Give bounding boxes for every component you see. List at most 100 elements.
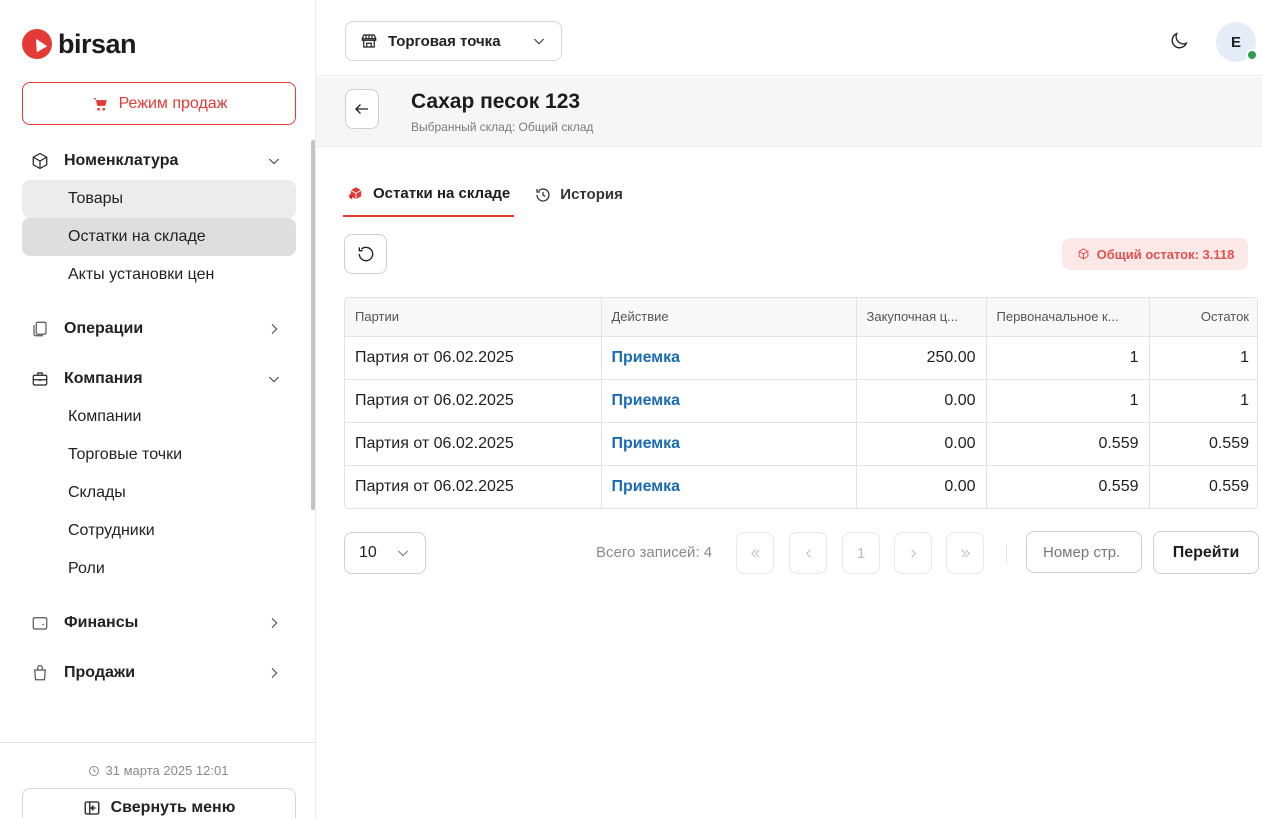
initial-qty-cell: 1 <box>986 379 1150 423</box>
avatar-initial: E <box>1230 33 1241 51</box>
remainder-cell: 1 <box>1149 336 1257 380</box>
store-select-label: Торговая точка <box>388 32 501 50</box>
sidebar-nav: Номенклатура Товары Остатки на складе Ак… <box>22 142 296 742</box>
sidebar-item-stock[interactable]: Остатки на складе <box>22 218 296 256</box>
sidebar-item-roles[interactable]: Роли <box>22 550 296 588</box>
page-size-select[interactable]: 10 <box>344 532 426 574</box>
table-row: Партия от 06.02.2025 Приемка 0.00 1 1 <box>345 379 1257 423</box>
column-header-remainder[interactable]: Остаток <box>1149 298 1257 337</box>
nav-group-nomenclature[interactable]: Номенклатура <box>22 142 296 180</box>
batch-cell: Партия от 06.02.2025 <box>345 465 602 508</box>
table-row: Партия от 06.02.2025 Приемка 250.00 1 1 <box>345 336 1257 380</box>
batch-cell: Партия от 06.02.2025 <box>345 336 602 380</box>
sidebar-item-employees[interactable]: Сотрудники <box>22 512 296 550</box>
nav-group-label: Операции <box>64 320 144 337</box>
nav-group-company[interactable]: Компания <box>22 360 296 398</box>
initial-qty-cell: 0.559 <box>986 422 1150 466</box>
sales-mode-label: Режим продаж <box>118 94 228 112</box>
table-row: Партия от 06.02.2025 Приемка 0.00 0.559 … <box>345 465 1257 508</box>
collapse-menu-label: Свернуть меню <box>110 799 236 816</box>
next-page-button[interactable] <box>894 532 932 574</box>
remainder-cell: 1 <box>1149 379 1257 423</box>
store-icon <box>361 34 377 48</box>
clock-icon <box>88 765 99 776</box>
refresh-icon <box>358 246 373 262</box>
prev-page-button[interactable] <box>789 532 827 574</box>
topbar: Торговая точка E <box>316 0 1262 76</box>
initial-qty-cell: 1 <box>986 336 1150 380</box>
refresh-button[interactable] <box>344 234 387 274</box>
total-stock-text: Общий остаток: 3.118 <box>1096 246 1235 262</box>
batch-cell: Партия от 06.02.2025 <box>345 422 602 466</box>
history-icon <box>536 187 550 202</box>
boxes-outline-icon <box>1078 247 1089 259</box>
back-button[interactable] <box>345 89 379 129</box>
brand-logo[interactable]: birsan <box>22 26 137 62</box>
column-header-purchase-price[interactable]: Закупочная ц... <box>856 298 987 337</box>
column-header-action[interactable]: Действие <box>601 298 857 337</box>
user-avatar[interactable]: E <box>1216 22 1258 62</box>
nav-group-finance[interactable]: Финансы <box>22 604 296 642</box>
first-page-button[interactable] <box>736 532 774 574</box>
datetime-text: 31 марта 2025 12:01 <box>105 763 229 778</box>
logo-mark-icon <box>22 29 52 59</box>
stock-table: Партии Действие Закупочная ц... Первонач… <box>344 297 1258 509</box>
chevron-down-icon <box>266 371 282 387</box>
sales-mode-button[interactable]: Режим продаж <box>22 82 296 125</box>
store-select[interactable]: Торговая точка <box>345 21 562 61</box>
wallet-icon <box>30 613 50 633</box>
nav-group-sales[interactable]: Продажи <box>22 654 296 692</box>
chevron-down-icon <box>533 38 545 45</box>
tab-history[interactable]: История <box>530 172 627 217</box>
page-size-value: 10 <box>359 544 377 561</box>
arrow-left-icon <box>355 104 368 114</box>
page-subtitle: Выбранный склад: Общий склад <box>411 120 594 134</box>
sidebar-item-products[interactable]: Товары <box>22 180 296 218</box>
column-header-batches[interactable]: Партии <box>345 298 602 337</box>
column-header-initial-qty[interactable]: Первоначальное к... <box>986 298 1150 337</box>
tab-stock[interactable]: Остатки на складе <box>343 172 515 217</box>
go-to-page-button[interactable]: Перейти <box>1153 531 1259 574</box>
briefcase-icon <box>30 369 50 389</box>
price-cell: 0.00 <box>856 422 987 466</box>
chevron-down-icon <box>397 550 409 557</box>
chevrons-left-icon <box>750 548 760 558</box>
price-cell: 250.00 <box>856 336 987 380</box>
sidebar-item-stores[interactable]: Торговые точки <box>22 436 296 474</box>
page-number-input[interactable] <box>1026 531 1142 573</box>
sidebar-item-companies[interactable]: Компании <box>22 398 296 436</box>
moon-icon[interactable] <box>1168 30 1190 52</box>
box-icon <box>30 151 50 171</box>
action-link[interactable]: Приемка <box>612 392 681 409</box>
chevron-right-icon <box>266 665 282 681</box>
batch-cell: Партия от 06.02.2025 <box>345 379 602 423</box>
action-link[interactable]: Приемка <box>612 435 681 452</box>
sidebar-scrollbar[interactable] <box>311 140 315 510</box>
page-header: Сахар песок 123 Выбранный склад: Общий с… <box>316 77 1262 147</box>
sidebar-item-warehouses[interactable]: Склады <box>22 474 296 512</box>
tabs: Остатки на складе История <box>343 172 627 217</box>
nav-group-label: Компания <box>64 370 143 387</box>
initial-qty-cell: 0.559 <box>986 465 1150 508</box>
page-number-button[interactable]: 1 <box>842 532 880 574</box>
tab-label: Остатки на складе <box>373 185 511 202</box>
cart-icon <box>92 97 107 111</box>
collapse-menu-button[interactable]: Свернуть меню <box>22 788 296 818</box>
nav-group-operations[interactable]: Операции <box>22 310 296 348</box>
sidebar: birsan Режим продаж Номенклатура Товары … <box>0 0 316 818</box>
action-link[interactable]: Приемка <box>612 478 681 495</box>
chevron-right-icon <box>266 321 282 337</box>
sidebar-item-price-acts[interactable]: Акты установки цен <box>22 256 296 294</box>
tab-label: История <box>560 186 623 203</box>
chevron-left-icon <box>805 548 811 558</box>
price-cell: 0.00 <box>856 465 987 508</box>
nav-group-label: Номенклатура <box>64 152 179 169</box>
nav-group-label: Продажи <box>64 664 136 681</box>
action-link[interactable]: Приемка <box>612 349 681 366</box>
nav-group-label: Финансы <box>64 614 139 631</box>
bag-icon <box>30 663 50 683</box>
last-page-button[interactable] <box>946 532 984 574</box>
chevron-right-icon <box>910 548 916 558</box>
remainder-cell: 0.559 <box>1149 422 1257 466</box>
pagination-divider <box>1006 544 1007 564</box>
